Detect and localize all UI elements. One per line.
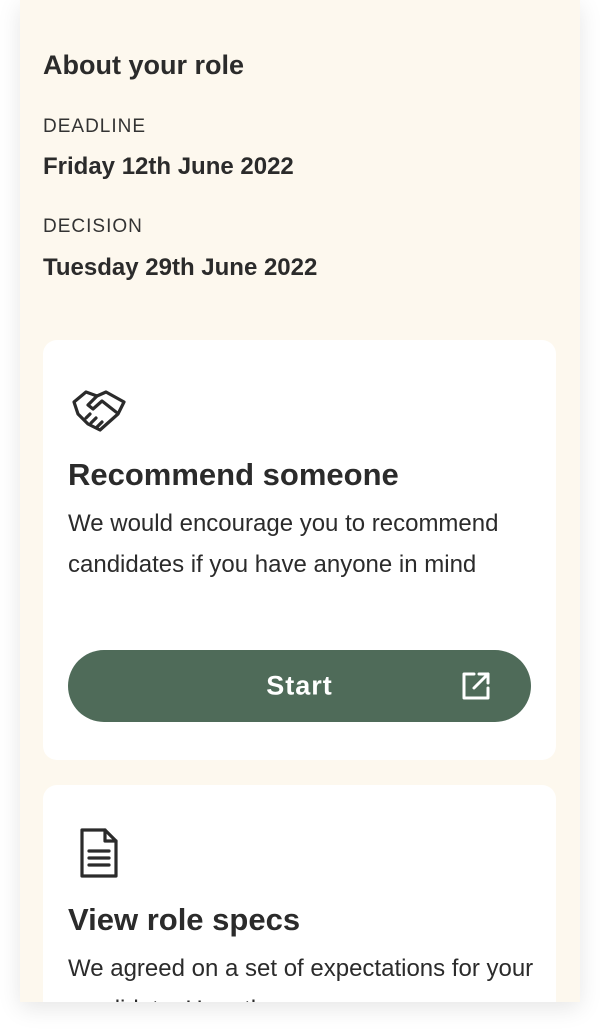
role-specs-card: View role specs We agreed on a set of ex… bbox=[43, 785, 556, 1002]
handshake-icon bbox=[70, 388, 128, 439]
document-icon bbox=[79, 827, 119, 884]
recommend-title: Recommend someone bbox=[68, 457, 399, 492]
external-link-icon bbox=[461, 671, 491, 701]
deadline-value: Friday 12th June 2022 bbox=[43, 153, 294, 180]
decision-label: DECISION bbox=[43, 216, 143, 237]
section-title: About your role bbox=[43, 50, 244, 80]
deadline-label: DEADLINE bbox=[43, 116, 147, 137]
screen: About your role DEADLINE Friday 12th Jun… bbox=[20, 0, 580, 1002]
decision-value: Tuesday 29th June 2022 bbox=[43, 254, 318, 281]
recommend-description: We would encourage you to recommend cand… bbox=[68, 510, 499, 578]
start-button[interactable]: Start bbox=[68, 650, 531, 722]
recommend-card: Recommend someone We would encourage you… bbox=[43, 340, 556, 760]
role-specs-title: View role specs bbox=[68, 902, 301, 937]
role-specs-description: We agreed on a set of expectations for y… bbox=[68, 955, 534, 1002]
